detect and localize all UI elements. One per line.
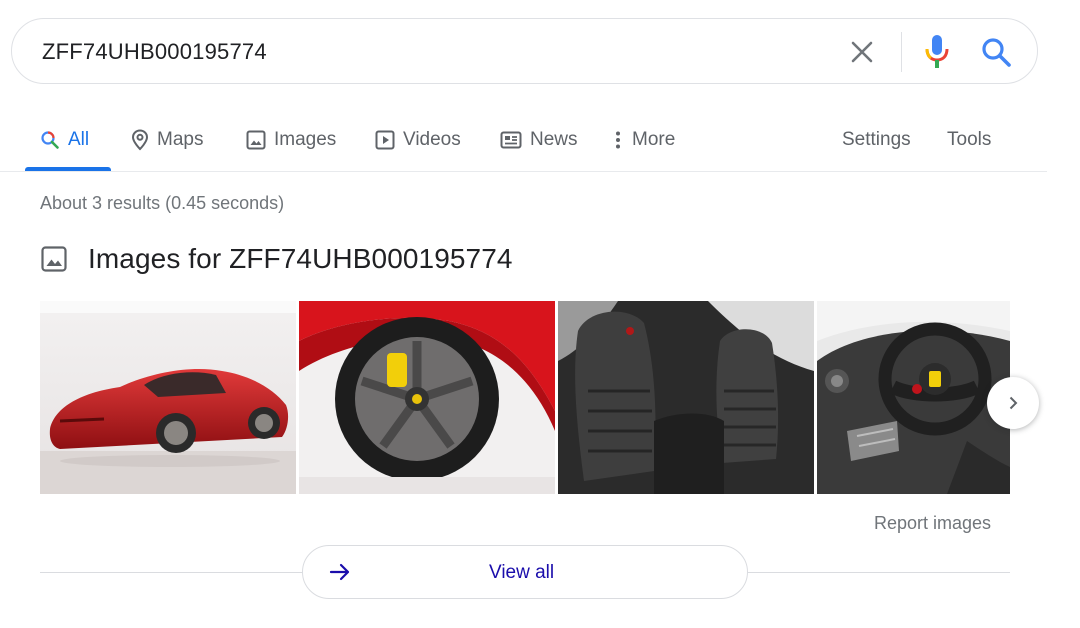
search-icon	[41, 131, 59, 149]
tab-news[interactable]: News	[500, 124, 578, 156]
settings-link[interactable]: Settings	[842, 124, 911, 156]
image-thumbnail-4[interactable]	[817, 301, 1010, 494]
tab-videos-label: Videos	[403, 129, 461, 150]
news-icon	[500, 131, 522, 149]
view-all-label: View all	[489, 562, 555, 583]
view-all-rule-right	[748, 572, 1010, 573]
tabs-divider	[0, 171, 1047, 172]
tab-videos[interactable]: Videos	[375, 124, 461, 156]
image-icon	[41, 246, 67, 272]
wheel-image	[299, 301, 555, 494]
tab-maps[interactable]: Maps	[131, 124, 203, 156]
report-images-link[interactable]: Report images	[874, 513, 991, 534]
image-thumbnail-2[interactable]	[299, 301, 555, 494]
view-all-rule-left	[40, 572, 302, 573]
image-thumbnail-3[interactable]	[558, 301, 814, 494]
arrow-right-icon	[329, 563, 350, 581]
tab-more-label: More	[632, 129, 676, 150]
images-section-heading: Images for ZFF74UHB000195774	[40, 243, 513, 275]
images-section-title: Images for ZFF74UHB000195774	[88, 243, 513, 274]
search-icon	[982, 38, 1011, 67]
clear-search-button[interactable]	[848, 38, 876, 66]
voice-search-button[interactable]	[924, 34, 950, 70]
result-stats: About 3 results (0.45 seconds)	[40, 193, 285, 213]
tab-all-label: All	[68, 129, 90, 150]
settings-label: Settings	[842, 129, 911, 150]
interior-seats-image	[558, 301, 814, 494]
search-tabs: All Maps Images Videos News More Setting…	[0, 112, 1047, 172]
view-all-button[interactable]: View all	[302, 545, 748, 599]
microphone-icon	[925, 35, 949, 68]
car-exterior-image	[40, 301, 296, 494]
tools-link[interactable]: Tools	[947, 124, 991, 156]
search-button[interactable]	[979, 35, 1013, 69]
map-pin-icon	[131, 129, 149, 151]
tab-maps-label: Maps	[157, 129, 204, 150]
tab-news-label: News	[530, 129, 578, 150]
image-carousel	[40, 301, 1010, 494]
search-results-page: ZFF74UHB000195774 All Maps Images Videos…	[0, 0, 1080, 628]
search-box-divider	[901, 32, 902, 72]
search-box[interactable]: ZFF74UHB000195774	[11, 18, 1038, 84]
tools-label: Tools	[947, 129, 992, 150]
play-icon	[375, 130, 395, 150]
chevron-right-icon	[1009, 396, 1018, 410]
more-vert-icon	[616, 131, 620, 149]
tab-more[interactable]: More	[612, 124, 675, 156]
carousel-next-button[interactable]	[987, 377, 1039, 429]
image-icon	[246, 130, 266, 150]
close-icon	[851, 41, 873, 63]
steering-wheel-image	[817, 301, 1010, 494]
tab-all[interactable]: All	[40, 124, 89, 156]
tab-images-label: Images	[274, 129, 337, 150]
tab-images[interactable]: Images	[246, 124, 336, 156]
image-thumbnail-1[interactable]	[40, 301, 296, 494]
search-input[interactable]: ZFF74UHB000195774	[42, 39, 267, 65]
